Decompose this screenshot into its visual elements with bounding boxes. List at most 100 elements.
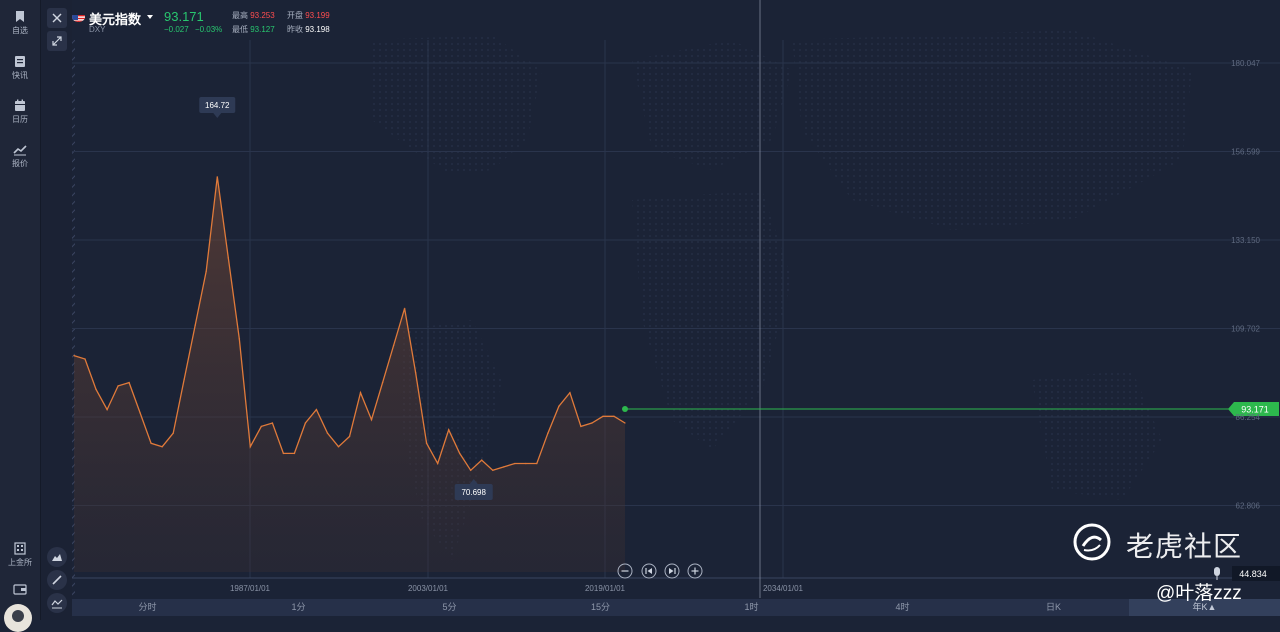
sidebar-item-exchange[interactable]: 上金所 <box>0 542 40 580</box>
data-point <box>514 462 516 465</box>
chevron-down-icon[interactable] <box>147 15 153 19</box>
data-point <box>172 432 174 435</box>
close-button[interactable] <box>47 8 67 28</box>
mountain-chart-button[interactable] <box>47 547 67 567</box>
data-point <box>436 462 439 465</box>
sidebar-item-label: 快讯 <box>12 71 28 80</box>
data-point <box>547 432 549 435</box>
data-point <box>73 354 75 357</box>
indicator-button[interactable] <box>47 593 67 613</box>
pen-icon <box>52 575 62 585</box>
avatar[interactable] <box>4 604 32 632</box>
price-change: −0.027 −0.03% <box>164 25 222 34</box>
stat-value: 93.253 <box>250 11 275 20</box>
period-tab[interactable]: 1分 <box>223 599 374 616</box>
data-point <box>95 388 97 391</box>
data-point <box>315 408 318 411</box>
data-point <box>359 391 362 394</box>
stat-label: 昨收 <box>287 25 303 34</box>
data-point <box>238 337 241 340</box>
data-point <box>194 324 196 327</box>
data-point <box>117 385 119 387</box>
data-point <box>205 270 207 273</box>
change-value: −0.027 <box>164 25 189 34</box>
y-tick-label: 62.806 <box>1236 502 1261 511</box>
data-point <box>536 462 538 465</box>
zoom-in-button[interactable] <box>687 563 703 579</box>
y-tick-label: 86.254 <box>1236 413 1261 422</box>
last-price: 93.171 <box>164 9 204 24</box>
price-chart[interactable]: 93.171 164.72 70.698 180.047 156.599 133.150… <box>72 0 1280 600</box>
period-tab[interactable]: 5分 <box>374 599 525 616</box>
data-point <box>128 381 130 384</box>
stat-value: 93.199 <box>305 11 330 20</box>
sidebar-item-calendar[interactable]: 日历 <box>0 99 40 137</box>
data-point <box>348 435 351 438</box>
data-point <box>447 429 450 431</box>
max-value-label: 164.72 <box>205 101 230 110</box>
data-point <box>480 459 483 461</box>
watermark-text: 老虎社区 <box>1126 531 1243 562</box>
sidebar-item-news[interactable]: 快讯 <box>0 55 40 93</box>
stat-label: 最高 <box>232 11 248 20</box>
stat-open: 开盘 93.199 <box>287 10 330 21</box>
data-point <box>84 358 86 360</box>
data-point <box>624 422 626 424</box>
period-tab[interactable]: 日K <box>978 599 1129 616</box>
sidebar-item-label: 报价 <box>12 159 28 168</box>
draw-tool-button[interactable] <box>47 570 67 590</box>
data-point <box>580 425 582 428</box>
data-point <box>183 378 185 381</box>
x-tick-label: 2019/01/01 <box>585 584 626 593</box>
stat-value: 93.198 <box>305 25 330 34</box>
stat-label: 最低 <box>232 25 248 34</box>
close-icon <box>52 13 62 23</box>
data-point <box>106 408 108 411</box>
news-icon <box>15 56 25 67</box>
skip-forward-button[interactable] <box>664 563 680 579</box>
price-line <box>73 176 626 472</box>
building-icon <box>14 542 26 555</box>
data-point <box>216 176 219 178</box>
price-area-fill <box>74 176 625 573</box>
x-axis: 1987/01/01 2003/01/01 2019/01/01 2034/01/01 <box>230 584 804 593</box>
max-label-pointer <box>213 113 222 118</box>
expand-button[interactable] <box>47 31 67 51</box>
data-point <box>370 418 373 421</box>
data-point <box>227 257 230 259</box>
data-point <box>249 445 252 448</box>
data-point <box>293 452 296 455</box>
sidebar-item-watchlist[interactable]: 自选 <box>0 10 40 48</box>
period-tab[interactable]: 1时 <box>676 599 827 616</box>
data-point <box>558 405 560 408</box>
data-point <box>569 391 571 394</box>
x-tick-label: 2003/01/01 <box>408 584 449 593</box>
trend-icon <box>13 145 27 156</box>
data-point <box>458 452 461 455</box>
skip-back-button[interactable] <box>641 563 657 579</box>
period-tab[interactable]: 15分 <box>525 599 676 616</box>
sidebar-item-quotes[interactable]: 报价 <box>0 143 40 181</box>
data-point <box>403 307 406 310</box>
data-point <box>591 422 593 424</box>
y-tick-label: 180.047 <box>1231 59 1260 68</box>
tiger-logo-icon <box>1073 523 1111 561</box>
zoom-controls[interactable] <box>617 563 703 579</box>
period-tab[interactable]: 分时 <box>72 599 223 616</box>
wallet-button[interactable] <box>0 584 40 598</box>
period-tab[interactable]: 4时 <box>827 599 978 616</box>
stat-prev-close: 昨收 93.198 <box>287 24 330 35</box>
data-point <box>414 371 417 374</box>
stat-value: 93.127 <box>250 25 275 34</box>
data-point <box>381 381 384 384</box>
stat-label: 开盘 <box>287 11 303 20</box>
data-point <box>492 469 494 472</box>
left-sidebar: 自选 快讯 日历 报价 上金所 <box>0 0 41 632</box>
stat-low: 最低 93.127 <box>232 24 275 35</box>
mountain-icon <box>52 554 62 561</box>
data-point <box>139 412 141 414</box>
data-point <box>392 344 395 347</box>
stat-high: 最高 93.253 <box>232 10 275 21</box>
indicator-icon <box>51 599 63 609</box>
data-point <box>525 462 527 465</box>
